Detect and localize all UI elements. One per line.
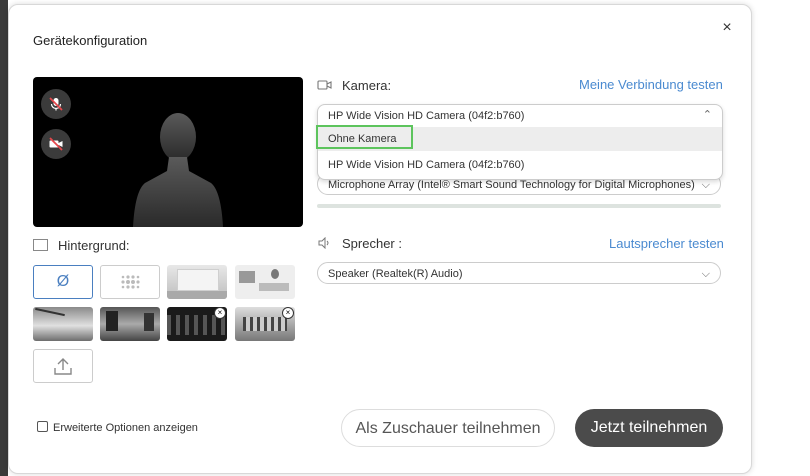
chevron-up-icon[interactable]: ⌃ [703, 108, 712, 121]
blur-icon [121, 275, 140, 289]
camera-icon [317, 80, 332, 90]
join-as-viewer-button[interactable]: Als Zuschauer teilnehmen [341, 409, 555, 447]
bg-tile-office-desk[interactable] [235, 265, 295, 299]
microphone-select-value: Microphone Array (Intel® Smart Sound Tec… [328, 179, 695, 191]
camera-option-hp[interactable]: HP Wide Vision HD Camera (04f2:b760) [318, 153, 722, 177]
bg-tile-office-lobby[interactable]: × [235, 307, 295, 341]
remove-icon[interactable]: × [214, 307, 226, 319]
bg-tile-blur[interactable] [100, 265, 160, 299]
camera-off-icon[interactable] [41, 129, 71, 159]
chevron-down-icon: ⌵ [701, 268, 710, 280]
remove-icon[interactable]: × [282, 307, 294, 319]
microphone-level-bar [317, 204, 721, 208]
video-preview [33, 77, 303, 227]
speaker-select[interactable]: Speaker (Realtek(R) Audio) ⌵ [317, 262, 721, 284]
person-silhouette [133, 113, 223, 227]
camera-label: Kamera: [342, 78, 392, 93]
speaker-label: Sprecher : [342, 236, 402, 251]
background-label: Hintergrund: [33, 238, 130, 253]
backdrop [0, 0, 8, 476]
speaker-icon [318, 237, 329, 249]
bg-tile-none[interactable]: Ø [33, 265, 93, 299]
join-now-button[interactable]: Jetzt teilnehmen [575, 409, 723, 447]
bg-tile-business-people[interactable]: × [167, 307, 227, 341]
checkbox-box[interactable] [37, 421, 48, 432]
image-icon [33, 239, 48, 251]
test-speaker-link[interactable]: Lautsprecher testen [609, 236, 724, 251]
close-icon[interactable]: × [719, 20, 735, 36]
speaker-select-value: Speaker (Realtek(R) Audio) [328, 268, 463, 280]
no-background-icon: Ø [56, 273, 70, 290]
dialog-title: Gerätekonfiguration [33, 33, 148, 48]
device-settings-dialog: Gerätekonfiguration × Hintergrund: Ø × ×… [8, 4, 752, 474]
highlight-box [316, 125, 413, 149]
bg-tile-beach[interactable] [33, 307, 93, 341]
advanced-options-checkbox[interactable]: Erweiterte Optionen anzeigen [37, 421, 198, 434]
test-connection-link[interactable]: Meine Verbindung testen [579, 77, 723, 92]
upload-icon [54, 358, 72, 375]
bg-tile-upload[interactable] [33, 349, 93, 383]
bg-tile-room[interactable] [167, 265, 227, 299]
mic-muted-icon[interactable] [41, 89, 71, 119]
camera-select-value[interactable]: HP Wide Vision HD Camera (04f2:b760) [318, 105, 722, 127]
bg-tile-city-waterfront[interactable] [100, 307, 160, 341]
